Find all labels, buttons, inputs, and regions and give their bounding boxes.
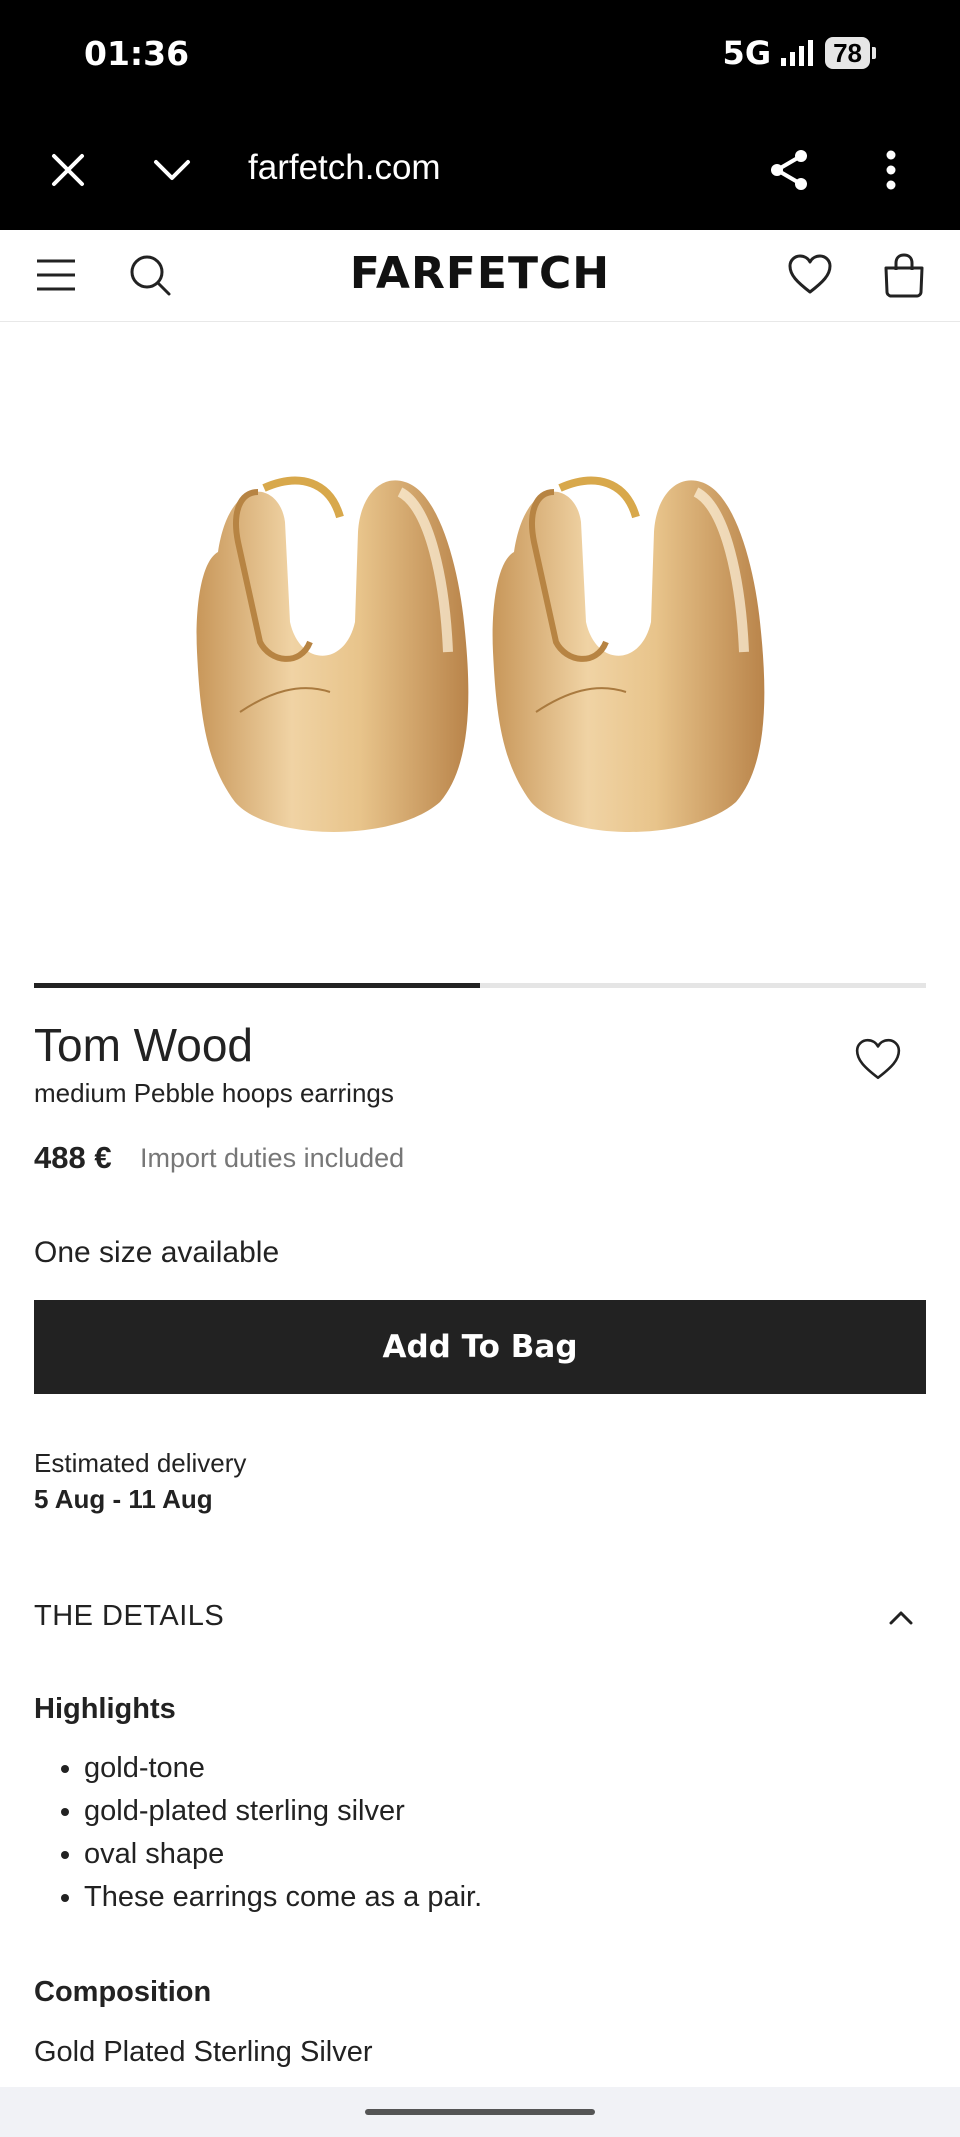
size-availability: One size available: [34, 1236, 280, 1269]
list-item: gold-plated sterling silver: [84, 1795, 482, 1838]
minimize-button[interactable]: [146, 144, 198, 196]
system-nav-bar: [0, 2087, 960, 2137]
gallery-progress: [34, 983, 926, 988]
status-right: 5G 78: [723, 34, 876, 72]
heart-icon: [788, 254, 832, 294]
highlights-list: gold-tone gold-plated sterling silver ov…: [34, 1752, 482, 1924]
heart-icon: [855, 1038, 901, 1080]
collapse-details-button[interactable]: [884, 1600, 918, 1634]
home-indicator[interactable]: [365, 2109, 595, 2115]
battery-icon: 78: [825, 37, 876, 69]
status-time: 01:36: [84, 34, 190, 73]
site-header: FARFETCH: [0, 230, 960, 323]
list-item: gold-tone: [84, 1752, 482, 1795]
battery-level: 78: [825, 37, 870, 69]
delivery-dates: 5 Aug - 11 Aug: [34, 1484, 213, 1514]
more-vertical-icon: [886, 150, 896, 190]
browser-toolbar: farfetch.com: [0, 108, 960, 230]
more-options-button[interactable]: [865, 144, 917, 196]
share-button[interactable]: [763, 144, 815, 196]
delivery-label: Estimated delivery: [34, 1448, 247, 1478]
shopping-bag-icon: [884, 253, 924, 298]
product-name: medium Pebble hoops earrings: [34, 1078, 394, 1108]
url-text[interactable]: farfetch.com: [248, 148, 441, 188]
bag-button[interactable]: [879, 250, 929, 300]
earrings-image: [196, 476, 765, 832]
highlights-title: Highlights: [34, 1693, 176, 1725]
close-icon: [52, 154, 84, 186]
signal-icon: [781, 40, 814, 66]
chevron-up-icon: [889, 1611, 913, 1625]
product-brand[interactable]: Tom Wood: [34, 1018, 253, 1072]
product-price: 488 €: [34, 1140, 112, 1175]
add-to-wishlist-button[interactable]: [854, 1038, 906, 1086]
status-bar: 01:36 5G 78: [0, 0, 960, 108]
wishlist-button[interactable]: [785, 250, 835, 300]
list-item: These earrings come as a pair.: [84, 1881, 482, 1924]
gallery-progress-fill: [34, 983, 480, 988]
close-tab-button[interactable]: [42, 144, 94, 196]
chevron-down-icon: [154, 160, 190, 180]
add-to-bag-button[interactable]: Add To Bag: [34, 1300, 926, 1394]
list-item: oval shape: [84, 1838, 482, 1881]
details-section-toggle[interactable]: THE DETAILS: [34, 1600, 224, 1633]
composition-title: Composition: [34, 1976, 212, 2008]
product-image-carousel[interactable]: [0, 322, 960, 972]
share-icon: [771, 150, 807, 190]
duties-note: Import duties included: [140, 1143, 405, 1173]
network-type: 5G: [722, 34, 772, 72]
composition-text: Gold Plated Sterling Silver: [34, 2036, 373, 2068]
